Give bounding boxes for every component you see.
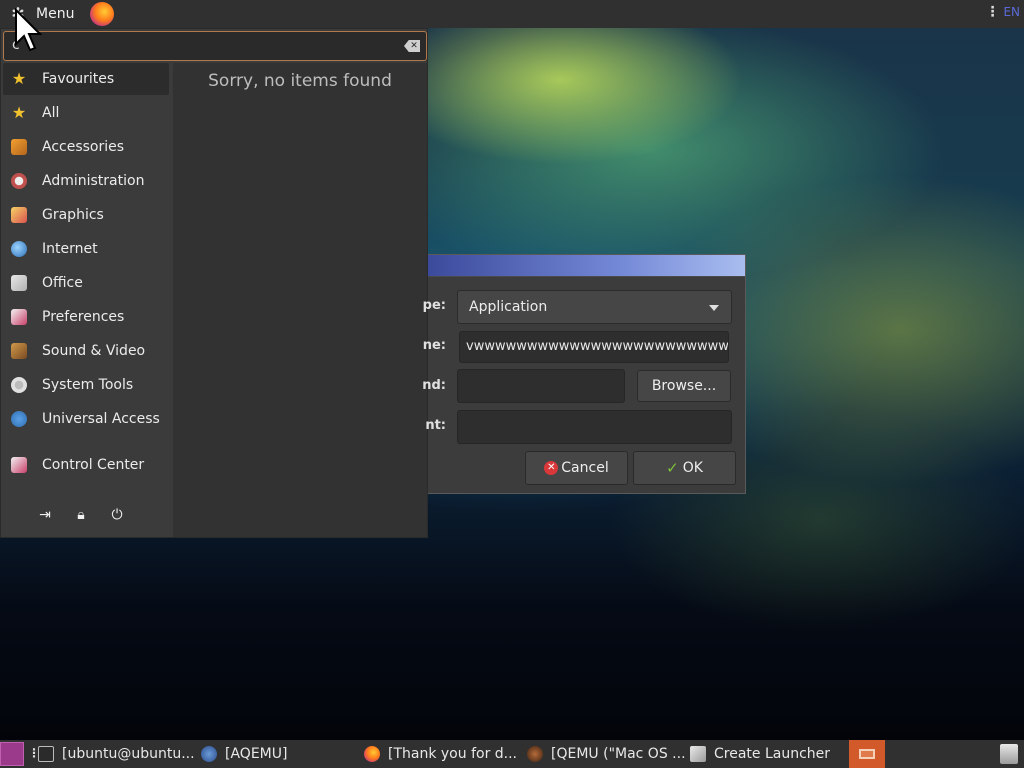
category-label: Favourites [42,71,115,87]
category-office[interactable]: Office [3,267,169,299]
qemu-icon [201,746,217,762]
session-actions: ⇥ 🔒︎ ⏻ [37,507,125,523]
trash-icon[interactable] [1000,744,1018,764]
taskbar-item-qemu-macos[interactable]: [QEMU ("Mac OS ... [527,740,686,768]
name-field[interactable]: vwwwwwwwwwwwwwwwwwwwwwwwwww [459,331,729,363]
category-label: Internet [42,241,98,257]
star-icon: ★ [11,69,27,88]
type-combo[interactable]: Application [457,290,732,324]
category-label: All [42,105,60,121]
firefox-icon [364,746,380,762]
category-all[interactable]: ★ All [3,97,169,129]
internet-icon [11,241,27,257]
category-graphics[interactable]: Graphics [3,199,169,231]
preferences-icon [11,309,27,325]
results-pane: Sorry, no items found [173,63,427,537]
sound-video-icon [11,343,27,359]
cancel-label: Cancel [561,460,609,476]
task-label: [ubuntu@ubuntu... [62,746,195,762]
show-desktop-button[interactable] [0,742,24,766]
category-list: ★ Favourites ★ All Accessories Administr… [1,63,171,537]
firefox-launcher-icon[interactable] [90,2,115,26]
universal-access-icon [11,411,27,427]
category-label: Universal Access [42,411,160,427]
clear-search-icon[interactable]: ✕ [404,40,420,52]
power-icon[interactable]: ⏻ [109,507,125,523]
qemu-macos-icon [527,746,543,762]
category-label: Preferences [42,309,125,325]
chevron-down-icon [709,305,719,311]
control-center-item[interactable]: Control Center [3,449,169,481]
launcher-icon [690,746,706,762]
command-field[interactable] [457,369,625,403]
lock-icon[interactable]: 🔒︎ [73,507,89,523]
taskbar-item-aqemu[interactable]: [AQEMU] [201,740,356,768]
cancel-button[interactable]: ✕ Cancel [525,451,628,485]
category-label: Sound & Video [42,343,146,359]
category-label: Office [42,275,83,291]
taskbar-item-terminal[interactable]: [ubuntu@ubuntu... [38,740,198,768]
no-items-message: Sorry, no items found [208,71,392,91]
taskbar-item-firefox[interactable]: [Thank you for d... [364,740,519,768]
kebab-menu-icon[interactable]: ⋮ [985,4,999,20]
checkmark-icon: ✓ [666,459,679,477]
star-icon: ★ [11,103,27,122]
system-tools-icon [11,377,27,393]
logout-icon[interactable]: ⇥ [37,507,53,523]
taskbar-item-create-launcher[interactable]: Create Launcher [690,740,845,768]
category-label: Administration [42,173,145,189]
category-label: System Tools [42,377,134,393]
accessories-icon [11,139,27,155]
keyboard-layout-indicator[interactable]: EN [1003,5,1020,19]
browse-button[interactable]: Browse... [637,370,731,402]
top-right-tray: ⋮ EN [985,4,1020,20]
category-system-tools[interactable]: System Tools [3,369,169,401]
task-label: Create Launcher [714,746,831,762]
bottom-taskbar: ⋮ [ubuntu@ubuntu... [AQEMU] [Thank you f… [0,740,1024,768]
control-center-icon [11,457,27,473]
category-label: Control Center [42,457,145,473]
category-sound-video[interactable]: Sound & Video [3,335,169,367]
office-icon [11,275,27,291]
dialog-titlebar[interactable] [428,255,745,277]
type-combo-value: Application [469,299,548,315]
category-label: Graphics [42,207,104,223]
comment-field[interactable] [457,410,732,444]
category-administration[interactable]: Administration [3,165,169,197]
category-label: Accessories [42,139,125,155]
administration-icon [11,173,27,189]
category-preferences[interactable]: Preferences [3,301,169,333]
task-label: [Thank you for d... [388,746,518,762]
category-favourites[interactable]: ★ Favourites [3,63,169,95]
task-label: [AQEMU] [225,746,288,762]
graphics-icon [11,207,27,223]
workspace-switcher[interactable] [849,740,885,768]
task-label: [QEMU ("Mac OS ... [551,746,686,762]
cancel-icon: ✕ [544,461,559,475]
top-panel: ✻ Menu ⋮ EN [0,0,1024,28]
terminal-icon [38,746,54,762]
category-accessories[interactable]: Accessories [3,131,169,163]
category-universal-access[interactable]: Universal Access [3,403,169,435]
category-internet[interactable]: Internet [3,233,169,265]
workspace-icon [859,749,875,759]
ok-label: OK [682,460,703,476]
ok-button[interactable]: ✓ OK [633,451,736,485]
mouse-cursor-icon [15,8,42,52]
application-menu-popup: c ✕ ★ Favourites ★ All Accessories Admin… [0,28,428,538]
menu-search-input[interactable]: c ✕ [3,31,427,61]
create-launcher-dialog: pe: Application ne: vwwwwwwwwwwwwwwwwwww… [422,254,746,494]
